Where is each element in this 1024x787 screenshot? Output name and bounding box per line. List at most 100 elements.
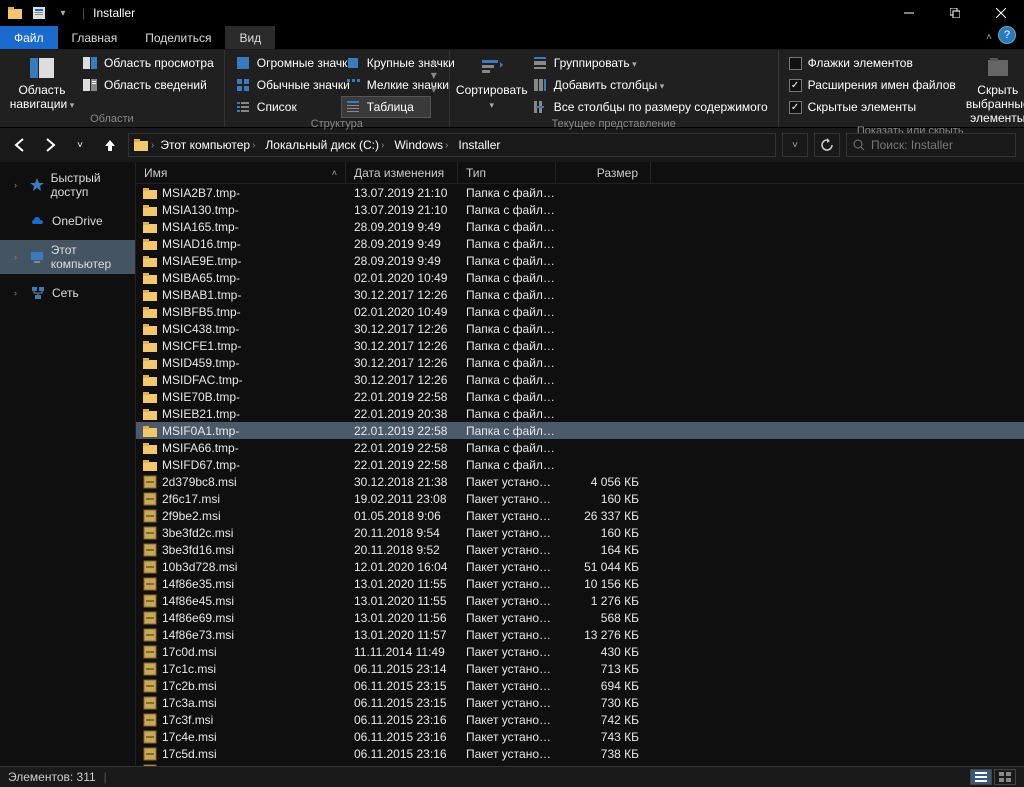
file-size: 713 КБ [556, 662, 651, 676]
file-name: MSIDFAC.tmp- [162, 373, 243, 387]
qat-dropdown-icon[interactable]: ▾ [52, 2, 74, 24]
refresh-button[interactable] [814, 133, 840, 157]
back-button[interactable] [8, 133, 32, 157]
table-row[interactable]: MSIEB21.tmp-22.01.2019 20:38Папка с файл… [136, 405, 1024, 422]
size-all-columns-button[interactable]: Все столбцы по размеру содержимого [528, 96, 772, 118]
breadcrumb[interactable]: › Этот компьютер› Локальный диск (C:)› W… [128, 133, 776, 157]
forward-button[interactable] [38, 133, 62, 157]
properties-icon[interactable] [28, 2, 50, 24]
table-row[interactable]: 17c5d.msi06.11.2015 23:16Пакет установщи… [136, 745, 1024, 762]
table-row[interactable]: MSID459.tmp-30.12.2017 12:26Папка с файл… [136, 354, 1024, 371]
table-row[interactable]: 17c1c.msi06.11.2015 23:14Пакет установщи… [136, 660, 1024, 677]
table-row[interactable]: MSIAD16.tmp-28.09.2019 9:49Папка с файла… [136, 235, 1024, 252]
layout-scroll-up-icon[interactable]: ▴ [431, 54, 443, 68]
layout-scroll-down-icon[interactable]: ▾ [431, 68, 443, 82]
table-row[interactable]: MSIDFAC.tmp-30.12.2017 12:26Папка с файл… [136, 371, 1024, 388]
table-row[interactable]: 14f86e35.msi13.01.2020 11:55Пакет устано… [136, 575, 1024, 592]
table-row[interactable]: 17c4e.msi06.11.2015 23:16Пакет установщи… [136, 728, 1024, 745]
msi-icon [142, 661, 158, 677]
table-row[interactable]: MSIBA65.tmp-02.01.2020 10:49Папка с файл… [136, 269, 1024, 286]
group-label-areas: Области [6, 113, 218, 127]
tab-share[interactable]: Поделиться [131, 26, 225, 49]
table-row[interactable]: MSIA165.tmp-28.09.2019 9:49Папка с файла… [136, 218, 1024, 235]
table-row[interactable]: 10b3d728.msi12.01.2020 16:04Пакет устано… [136, 558, 1024, 575]
search-input[interactable]: Поиск: Installer [846, 133, 1016, 157]
column-header-name[interactable]: Имя˄ [136, 162, 346, 183]
sort-button[interactable]: Сортировать [456, 52, 528, 112]
column-header-type[interactable]: Тип [458, 162, 556, 183]
table-row[interactable]: 14f86e73.msi13.01.2020 11:57Пакет устано… [136, 626, 1024, 643]
file-name: 17c2b.msi [162, 679, 217, 693]
preview-pane-button[interactable]: Область просмотра [78, 52, 218, 74]
layout-details[interactable]: Таблица [341, 96, 431, 118]
layout-more-icon[interactable]: ▾ [431, 82, 443, 96]
msi-icon [142, 729, 158, 745]
tab-view[interactable]: Вид [225, 26, 275, 49]
file-type: Папка с файлами [458, 203, 556, 217]
sidebar-item-this-pc[interactable]: ›Этот компьютер [0, 240, 135, 274]
table-row[interactable]: 17c0d.msi11.11.2014 11:49Пакет установщи… [136, 643, 1024, 660]
table-row[interactable]: MSIA130.tmp-13.07.2019 21:10Папка с файл… [136, 201, 1024, 218]
breadcrumb-installer[interactable]: Installer [454, 138, 504, 152]
recent-button[interactable]: ˅ [68, 133, 92, 157]
item-checkboxes-toggle[interactable]: Флажки элементов [785, 52, 960, 74]
table-row[interactable]: MSIC438.tmp-30.12.2017 12:26Папка с файл… [136, 320, 1024, 337]
maximize-button[interactable] [932, 0, 978, 26]
minimize-button[interactable] [886, 0, 932, 26]
column-header-size[interactable]: Размер [556, 162, 651, 183]
add-columns-button[interactable]: Добавить столбцы [528, 74, 772, 96]
column-header-date[interactable]: Дата изменения [346, 162, 458, 183]
table-row[interactable]: 3be3fd2c.msi20.11.2018 9:54Пакет установ… [136, 524, 1024, 541]
table-row[interactable]: 3be3fd16.msi20.11.2018 9:52Пакет установ… [136, 541, 1024, 558]
address-dropdown-button[interactable]: ˅ [782, 133, 808, 157]
hide-selected-button[interactable]: Скрыть выбранные элементы [960, 52, 1024, 125]
folder-icon [142, 219, 158, 235]
table-row[interactable]: 2d379bc8.msi30.12.2018 21:38Пакет устано… [136, 473, 1024, 490]
table-row[interactable]: 17c3f.msi06.11.2015 23:16Пакет установщи… [136, 711, 1024, 728]
table-row[interactable]: 17c6c.msi06.11.2015 23:17Пакет установщи… [136, 762, 1024, 766]
table-row[interactable]: MSIAE9E.tmp-28.09.2019 9:49Папка с файла… [136, 252, 1024, 269]
ribbon-minimize-icon[interactable]: ˄ [980, 26, 998, 49]
table-row[interactable]: MSIE70B.tmp-22.01.2019 22:58Папка с файл… [136, 388, 1024, 405]
up-button[interactable] [98, 133, 122, 157]
file-date: 06.11.2015 23:17 [346, 764, 458, 767]
nav-pane-button[interactable]: Область навигации [6, 52, 78, 112]
table-row[interactable]: MSICFE1.tmp-30.12.2017 12:26Папка с файл… [136, 337, 1024, 354]
tab-file[interactable]: Файл [0, 26, 58, 49]
table-row[interactable]: MSIA2B7.tmp-13.07.2019 21:10Папка с файл… [136, 184, 1024, 201]
layout-large-icons[interactable]: Крупные значки [341, 52, 431, 74]
table-row[interactable]: 2f9be2.msi01.05.2018 9:06Пакет установщи… [136, 507, 1024, 524]
details-pane-button[interactable]: Область сведений [78, 74, 218, 96]
table-row[interactable]: 2f6c17.msi19.02.2011 23:08Пакет установщ… [136, 490, 1024, 507]
help-icon[interactable]: ? [998, 26, 1016, 44]
sidebar-item-onedrive[interactable]: OneDrive [0, 210, 135, 232]
close-button[interactable] [978, 0, 1024, 26]
group-button[interactable]: Группировать [528, 52, 772, 74]
table-row[interactable]: MSIF0A1.tmp-22.01.2019 22:58Папка с файл… [136, 422, 1024, 439]
sidebar-item-network[interactable]: ›Сеть [0, 282, 135, 304]
sidebar-item-quick-access[interactable]: ›Быстрый доступ [0, 168, 135, 202]
layout-list[interactable]: Список [231, 96, 341, 118]
tab-home[interactable]: Главная [58, 26, 132, 49]
view-details-button[interactable] [970, 769, 992, 785]
view-thumbnails-button[interactable] [994, 769, 1016, 785]
table-row[interactable]: MSIFA66.tmp-22.01.2019 22:58Папка с файл… [136, 439, 1024, 456]
hidden-items-toggle[interactable]: ✓Скрытые элементы [785, 96, 960, 118]
table-row[interactable]: MSIBFB5.tmp-02.01.2020 10:49Папка с файл… [136, 303, 1024, 320]
table-row[interactable]: 14f86e69.msi13.01.2020 11:56Пакет устано… [136, 609, 1024, 626]
table-row[interactable]: 17c2b.msi06.11.2015 23:15Пакет установщи… [136, 677, 1024, 694]
table-row[interactable]: MSIBAB1.tmp-30.12.2017 12:26Папка с файл… [136, 286, 1024, 303]
breadcrumb-pc[interactable]: Этот компьютер› [156, 138, 259, 152]
small-icons-icon [345, 77, 361, 93]
table-row[interactable]: MSIFD67.tmp-22.01.2019 22:58Папка с файл… [136, 456, 1024, 473]
table-row[interactable]: 17c3a.msi06.11.2015 23:15Пакет установщи… [136, 694, 1024, 711]
breadcrumb-windows[interactable]: Windows› [390, 138, 452, 152]
table-row[interactable]: 14f86e45.msi13.01.2020 11:55Пакет устано… [136, 592, 1024, 609]
chevron-right-icon[interactable]: › [151, 140, 154, 151]
layout-small-icons[interactable]: Мелкие значки [341, 74, 431, 96]
breadcrumb-c[interactable]: Локальный диск (C:)› [261, 138, 388, 152]
layout-medium-icons[interactable]: Обычные значки [231, 74, 341, 96]
file-date: 06.11.2015 23:16 [346, 713, 458, 727]
file-extensions-toggle[interactable]: ✓Расширения имен файлов [785, 74, 960, 96]
layout-huge-icons[interactable]: Огромные значки [231, 52, 341, 74]
